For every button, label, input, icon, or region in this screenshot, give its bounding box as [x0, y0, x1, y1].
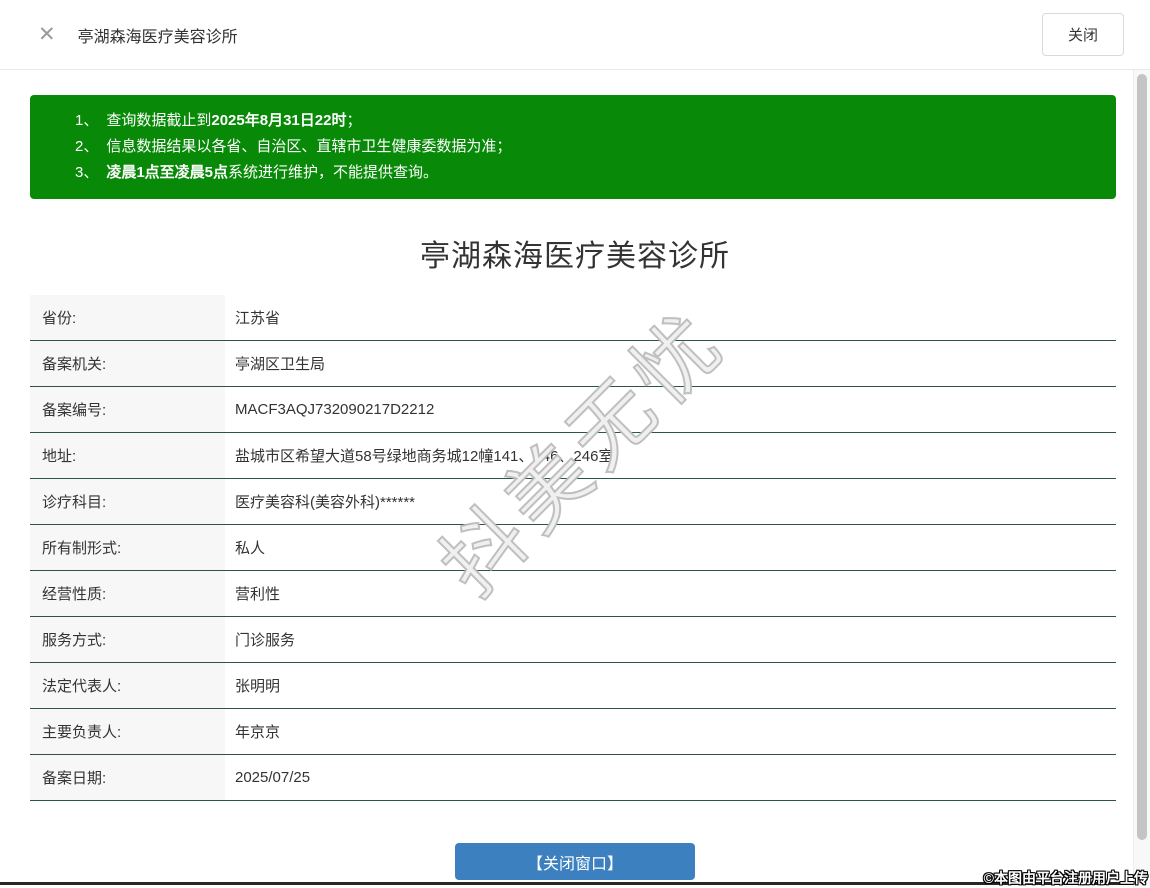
row-value: MACF3AQJ732090217D2212 [235, 401, 435, 418]
row-value: 张明明 [235, 678, 281, 695]
table-row-service-mode: 服务方式: 门诊服务 [30, 617, 1116, 663]
vertical-scrollbar-thumb[interactable] [1137, 74, 1147, 840]
window-title: 亭湖森海医疗美容诊所 [77, 28, 238, 46]
row-value: 医疗美容科(美容外科)****** [235, 494, 416, 511]
copyright-text: ©本图由平台注册用户上传 [983, 870, 1148, 886]
row-label: 诊疗科目: [30, 479, 225, 524]
notice-line-1-bold: 2025年8月31日22时 [211, 112, 347, 129]
vertical-scrollbar-track[interactable] [1133, 70, 1150, 888]
notice-line-1-post: ； [346, 112, 362, 129]
notice-line-1-number: 1、 [75, 112, 99, 129]
notice-line-2-number: 2、 [75, 138, 99, 155]
clinic-info-table: 省份: 江苏省 备案机关: 亭湖区卫生局 备案编号: MACF3AQJ73209… [30, 295, 1116, 801]
table-row-filing-date: 备案日期: 2025/07/25 [30, 755, 1116, 801]
table-row-filing-authority: 备案机关: 亭湖区卫生局 [30, 341, 1116, 387]
row-label: 地址: [30, 433, 225, 478]
notice-line-1: 1、 查询数据截止到2025年8月31日22时； [75, 108, 1096, 134]
bottom-divider-line [0, 882, 1150, 885]
clinic-title: 亭湖森海医疗美容诊所 [420, 240, 730, 273]
notice-line-1-text: 查询数据截止到 [106, 112, 212, 129]
notice-line-3-post: 系统进行维护，不能提供查询。 [228, 164, 439, 181]
row-value: 亭湖区卫生局 [235, 356, 326, 373]
close-x-icon[interactable]: ✕ [38, 24, 56, 45]
row-label: 备案机关: [30, 341, 225, 386]
row-value: 门诊服务 [235, 632, 296, 649]
table-row-main-person-in-charge: 主要负责人: 年京京 [30, 709, 1116, 755]
row-label: 经营性质: [30, 571, 225, 616]
notice-line-2-text: 信息数据结果以各省、自治区、直辖市卫生健康委数据为准； [106, 138, 512, 155]
notice-line-2: 2、 信息数据结果以各省、自治区、直辖市卫生健康委数据为准； [75, 134, 1096, 160]
notice-line-3-bold: 凌晨1点至凌晨5点 [106, 164, 229, 181]
close-window-button[interactable]: 【关闭窗口】 [455, 843, 695, 880]
table-row-address: 地址: 盐城市区希望大道58号绿地商务城12幢141、146、246室 [30, 433, 1116, 479]
row-value: 盐城市区希望大道58号绿地商务城12幢141、146、246室 [235, 448, 614, 465]
row-value: 营利性 [235, 586, 281, 603]
row-label: 主要负责人: [30, 709, 225, 754]
row-value: 江苏省 [235, 310, 281, 327]
row-label: 备案编号: [30, 387, 225, 432]
row-value: 2025/07/25 [235, 769, 311, 786]
row-label: 备案日期: [30, 755, 225, 800]
table-row-medical-subjects: 诊疗科目: 医疗美容科(美容外科)****** [30, 479, 1116, 525]
notice-panel: 1、 查询数据截止到2025年8月31日22时； 2、 信息数据结果以各省、自治区、… [30, 95, 1116, 199]
notice-line-3-number: 3、 [75, 164, 99, 181]
row-label: 服务方式: [30, 617, 225, 662]
row-label: 法定代表人: [30, 663, 225, 708]
table-row-business-nature: 经营性质: 营利性 [30, 571, 1116, 617]
row-value: 私人 [235, 540, 266, 557]
window-header: ✕ 亭湖森海医疗美容诊所 关闭 [0, 0, 1150, 70]
notice-line-3: 3、 凌晨1点至凌晨5点系统进行维护，不能提供查询。 [75, 160, 1096, 186]
table-row-province: 省份: 江苏省 [30, 295, 1116, 341]
table-row-legal-representative: 法定代表人: 张明明 [30, 663, 1116, 709]
table-row-ownership-form: 所有制形式: 私人 [30, 525, 1116, 571]
row-label: 所有制形式: [30, 525, 225, 570]
row-value: 年京京 [235, 724, 281, 741]
close-button[interactable]: 关闭 [1041, 13, 1124, 56]
row-label: 省份: [30, 295, 225, 340]
table-row-filing-number: 备案编号: MACF3AQJ732090217D2212 [30, 387, 1116, 433]
